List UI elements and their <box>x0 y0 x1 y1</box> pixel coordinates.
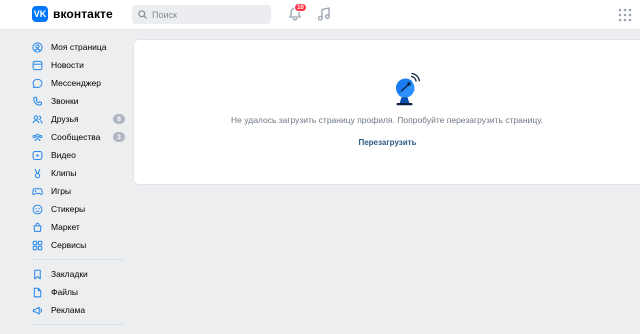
sidebar-item-news[interactable]: Новости <box>32 56 127 74</box>
stickers-icon <box>32 204 43 215</box>
error-message: Не удалось загрузить страницу профиля. П… <box>231 115 543 125</box>
sidebar-item-label: Видео <box>51 150 76 160</box>
sidebar-item-bookmarks[interactable]: Закладки <box>32 265 127 283</box>
communities-count-badge: 3 <box>113 132 125 142</box>
sidebar-item-label: Закладки <box>51 269 88 279</box>
sidebar-item-label: Реклама <box>51 305 86 315</box>
search-input[interactable] <box>152 9 262 20</box>
left-sidebar: Моя страница Новости Мессенджер Звонки Д… <box>32 38 127 330</box>
sidebar-item-label: Маркет <box>51 222 80 232</box>
sidebar-item-calls[interactable]: Звонки <box>32 92 127 110</box>
sidebar-item-files[interactable]: Файлы <box>32 283 127 301</box>
sidebar-item-label: Файлы <box>51 287 79 297</box>
vk-logo-icon: VK <box>32 6 48 22</box>
brand-name: вконтакте <box>53 7 113 21</box>
sidebar-item-services[interactable]: Сервисы <box>32 236 127 254</box>
music-icon[interactable] <box>316 6 332 22</box>
sidebar-item-clips[interactable]: Клипы <box>32 164 127 182</box>
profile-error-card: Не удалось загрузить страницу профиля. П… <box>133 39 640 185</box>
notifications-badge: 10 <box>294 3 307 12</box>
apps-grid-icon[interactable] <box>618 8 632 22</box>
sidebar-item-friends[interactable]: Друзья 8 <box>32 110 127 128</box>
market-icon <box>32 222 43 233</box>
sidebar-item-label: Сервисы <box>51 240 87 250</box>
profile-icon <box>32 41 43 53</box>
phone-icon <box>32 96 43 107</box>
ads-icon <box>32 305 43 316</box>
sidebar-item-games[interactable]: Игры <box>32 182 127 200</box>
games-icon <box>32 186 43 197</box>
sidebar-item-label: Мессенджер <box>51 78 101 88</box>
news-icon <box>32 60 43 71</box>
files-icon <box>32 287 43 298</box>
reload-button[interactable]: Перезагрузить <box>358 138 416 147</box>
bookmarks-icon <box>32 269 43 280</box>
sidebar-item-label: Игры <box>51 186 72 196</box>
sidebar-item-label: Друзья <box>51 114 79 124</box>
clips-icon <box>32 168 43 179</box>
sidebar-item-video[interactable]: Видео <box>32 146 127 164</box>
satellite-dish-icon <box>396 72 420 106</box>
sidebar-item-communities[interactable]: Сообщества 3 <box>32 128 127 146</box>
sidebar-item-label: Сообщества <box>51 132 101 142</box>
sidebar-item-label: Моя страница <box>51 42 107 52</box>
video-icon <box>32 150 43 161</box>
sidebar-item-ads[interactable]: Реклама <box>32 301 127 319</box>
sidebar-item-messenger[interactable]: Мессенджер <box>32 74 127 92</box>
sidebar-item-label: Стикеры <box>51 204 86 214</box>
sidebar-item-label: Клипы <box>51 168 77 178</box>
sidebar-divider <box>32 324 124 325</box>
communities-icon <box>32 132 43 143</box>
sidebar-item-stickers[interactable]: Стикеры <box>32 200 127 218</box>
vk-logo[interactable]: VK вконтакте <box>32 6 113 22</box>
sidebar-divider <box>32 259 124 260</box>
services-icon <box>32 240 43 251</box>
reload-link-row: Перезагрузить <box>134 138 640 147</box>
friends-icon <box>32 114 43 125</box>
sidebar-item-my-page[interactable]: Моя страница <box>32 38 127 56</box>
friends-count-badge: 8 <box>113 114 125 124</box>
sidebar-item-label: Звонки <box>51 96 79 106</box>
sidebar-item-market[interactable]: Маркет <box>32 218 127 236</box>
sidebar-item-label: Новости <box>51 60 84 70</box>
top-bar: VK вконтакте 10 <box>0 0 640 30</box>
search-icon <box>138 10 147 19</box>
search-box[interactable] <box>132 5 271 24</box>
messenger-icon <box>32 78 43 89</box>
